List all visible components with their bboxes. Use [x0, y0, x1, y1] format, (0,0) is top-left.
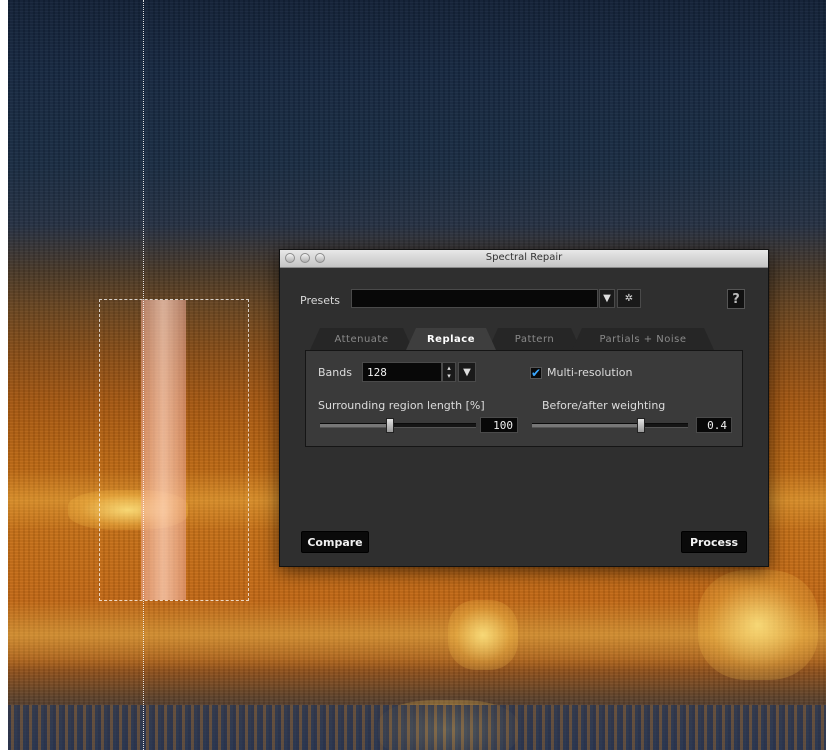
tab-label: Partials + Noise	[599, 333, 687, 345]
weighting-value[interactable]: 0.4	[696, 417, 732, 433]
presets-dropdown[interactable]	[351, 289, 598, 308]
weighting-label: Before/after weighting	[542, 399, 666, 412]
stepper-up-icon: ▴	[447, 364, 451, 372]
slider-thumb[interactable]	[637, 418, 645, 433]
chevron-down-icon: ▼	[603, 293, 611, 304]
slider-fill	[320, 424, 390, 427]
multi-resolution-checkbox[interactable]: ✔	[530, 367, 542, 379]
weighting-slider[interactable]	[532, 418, 688, 433]
tab-replace[interactable]: Replace	[406, 328, 496, 350]
chevron-down-icon: ▼	[463, 366, 471, 378]
tab-label: Pattern	[514, 333, 555, 345]
selection-marquee[interactable]	[99, 299, 249, 601]
help-button[interactable]: ?	[727, 289, 745, 309]
surrounding-region-label: Surrounding region length [%]	[318, 399, 485, 412]
bands-stepper[interactable]: ▴ ▾	[442, 362, 456, 382]
tab-partials-noise[interactable]: Partials + Noise	[572, 328, 714, 350]
tab-pattern[interactable]: Pattern	[488, 328, 581, 350]
slider-thumb[interactable]	[386, 418, 394, 433]
spectral-repair-dialog: Spectral Repair Presets ▼ ✲ ? Attenuate …	[279, 249, 769, 567]
tab-label: Attenuate	[334, 333, 389, 345]
bands-field[interactable]: 128	[362, 362, 442, 382]
window-titlebar[interactable]: Spectral Repair	[280, 250, 768, 268]
multi-resolution-label: Multi-resolution	[547, 366, 633, 379]
process-button[interactable]: Process	[681, 531, 747, 553]
bands-label: Bands	[318, 366, 352, 379]
presets-dropdown-button[interactable]: ▼	[599, 289, 615, 308]
spectrogram-hot-spot	[698, 570, 818, 680]
surrounding-region-value[interactable]: 100	[480, 417, 518, 433]
presets-label: Presets	[300, 294, 341, 307]
compare-button[interactable]: Compare	[301, 531, 369, 553]
bands-dropdown-button[interactable]: ▼	[458, 362, 476, 382]
help-icon: ?	[732, 291, 740, 307]
tab-attenuate[interactable]: Attenuate	[310, 328, 413, 350]
replace-settings-panel: Bands 128 ▴ ▾ ▼ ✔ Multi-resolution Surro…	[305, 350, 743, 447]
stepper-down-icon: ▾	[447, 372, 451, 380]
slider-fill	[532, 424, 641, 427]
presets-settings-button[interactable]: ✲	[617, 289, 641, 308]
spectrogram-hot-spot	[448, 600, 518, 670]
window-title: Spectral Repair	[485, 252, 563, 263]
gear-icon: ✲	[624, 293, 634, 304]
checkmark-icon: ✔	[531, 366, 542, 380]
tab-label: Replace	[426, 333, 476, 345]
spectrogram-low-band	[8, 705, 826, 750]
surrounding-region-slider[interactable]	[320, 418, 476, 433]
playhead-cursor[interactable]	[143, 0, 144, 750]
